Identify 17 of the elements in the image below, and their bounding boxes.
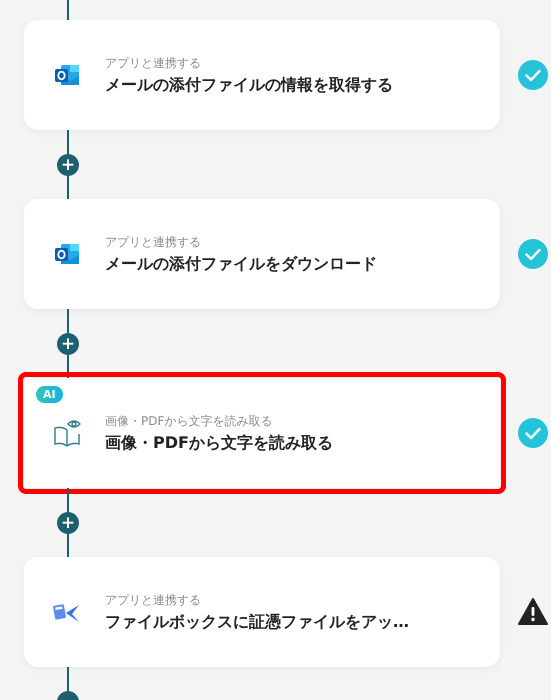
- add-step-button[interactable]: +: [57, 512, 79, 534]
- step-card[interactable]: アプリと連携する メールの添付ファイルの情報を取得する: [24, 20, 500, 130]
- add-step-button[interactable]: +: [57, 154, 79, 176]
- step-title: メールの添付ファイルをダウンロード: [105, 254, 377, 274]
- book-eye-icon: [52, 418, 82, 448]
- step-title: 画像・PDFから文字を読み取る: [105, 432, 333, 454]
- step-type-label: アプリと連携する: [105, 54, 202, 72]
- step-title: メールの添付ファイルの情報を取得する: [105, 74, 393, 96]
- step-card[interactable]: アプリと連携する メールの添付ファイルをダウンロード: [24, 199, 500, 309]
- step-card[interactable]: アプリと連携する ファイルボックスに証憑ファイルをアッ…: [24, 557, 500, 667]
- add-step-button[interactable]: +: [57, 333, 79, 355]
- ai-badge: AI: [36, 386, 63, 403]
- step-type-label: アプリと連携する: [105, 234, 202, 250]
- step-type-label: アプリと連携する: [105, 592, 202, 608]
- step-title: ファイルボックスに証憑ファイルをアッ…: [105, 612, 409, 632]
- step-type-label: 画像・PDFから文字を読み取る: [105, 412, 274, 430]
- step-card[interactable]: AI 画像・PDFから文字を読み取る 画像・PDFから文字を読み取る: [24, 378, 500, 488]
